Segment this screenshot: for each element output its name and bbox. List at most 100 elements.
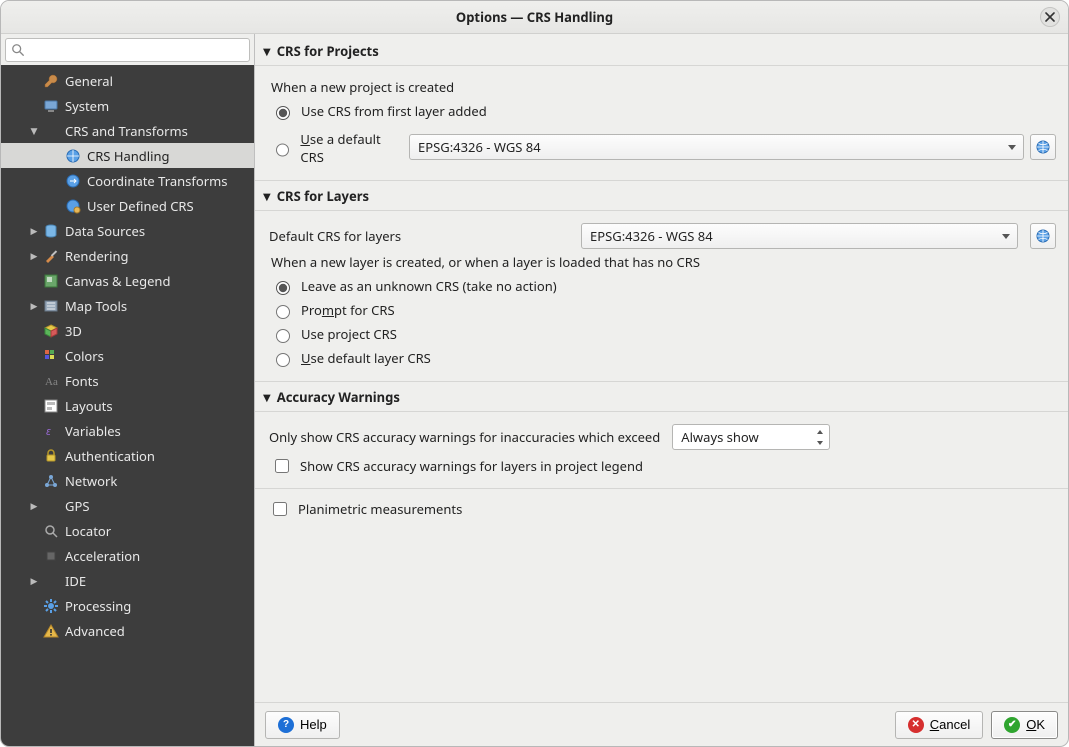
ok-button[interactable]: ✔ OK [991, 711, 1058, 739]
section-body-accuracy: Only show CRS accuracy warnings for inac… [255, 412, 1068, 488]
radio-input[interactable] [276, 353, 290, 367]
sidebar-item-rendering[interactable]: ▶Rendering [1, 243, 254, 268]
combo-value: EPSG:4326 - WGS 84 [418, 138, 541, 156]
fonts-icon: Aa [43, 373, 59, 389]
sidebar-item-processing[interactable]: Processing [1, 593, 254, 618]
radio-leave-unknown[interactable]: Leave as an unknown CRS (take no action) [271, 277, 1056, 295]
close-icon [1045, 12, 1055, 22]
spin-down-button[interactable] [813, 438, 827, 447]
lock-icon [43, 448, 59, 464]
radio-use-default-layer-crs[interactable]: Use default layer CRS [271, 349, 1056, 367]
help-button[interactable]: ? Help [265, 711, 340, 739]
button-label: Help [300, 717, 327, 732]
search-input[interactable] [5, 38, 250, 62]
cube3d-icon [43, 323, 59, 339]
sidebar-item-map-tools[interactable]: ▶Map Tools [1, 293, 254, 318]
sidebar-item-canvas-legend[interactable]: Canvas & Legend [1, 268, 254, 293]
accel-icon [43, 548, 59, 564]
radio-use-first-layer[interactable]: Use CRS from first layer added [271, 102, 1056, 120]
sidebar-item-layouts[interactable]: Layouts [1, 393, 254, 418]
sidebar-item-locator[interactable]: Locator [1, 518, 254, 543]
sidebar-item-advanced[interactable]: Advanced [1, 618, 254, 643]
checkbox-input[interactable] [273, 502, 287, 516]
radio-use-default-crs[interactable]: Use a default CRS [271, 130, 403, 166]
datasource-icon [43, 223, 59, 239]
canvas-icon [43, 273, 59, 289]
spin-value: Always show [681, 428, 759, 446]
sidebar-item-coordinate-transforms[interactable]: Coordinate Transforms [1, 168, 254, 193]
button-label: Cancel [930, 717, 970, 732]
blank-icon [43, 573, 59, 589]
radio-label: Use CRS from first layer added [301, 102, 487, 120]
sidebar-item-acceleration[interactable]: Acceleration [1, 543, 254, 568]
sidebar-item-network[interactable]: Network [1, 468, 254, 493]
sidebar-item-crs-handling[interactable]: CRS Handling [1, 143, 254, 168]
sidebar-item-fonts[interactable]: AaFonts [1, 368, 254, 393]
sidebar-item-variables[interactable]: εVariables [1, 418, 254, 443]
accuracy-threshold-spinbox[interactable]: Always show [672, 424, 830, 450]
sidebar-item-general[interactable]: General [1, 68, 254, 93]
check-planimetric[interactable]: Planimetric measurements [255, 488, 1068, 529]
sidebar-item-3d[interactable]: 3D [1, 318, 254, 343]
radio-input[interactable] [276, 329, 290, 343]
check-show-legend-warnings[interactable]: Show CRS accuracy warnings for layers in… [271, 456, 1056, 476]
sidebar-item-label: User Defined CRS [87, 197, 194, 215]
radio-input[interactable] [276, 305, 290, 319]
globe-icon [1035, 139, 1051, 155]
help-icon: ? [278, 717, 294, 733]
layouts-icon [43, 398, 59, 414]
sidebar-item-system[interactable]: System [1, 93, 254, 118]
default-crs-label: Default CRS for layers [269, 227, 569, 245]
radio-label: Use a default CRS [300, 130, 403, 166]
sidebar-item-label: General [65, 72, 113, 90]
sidebar-item-label: 3D [65, 322, 82, 340]
colors-icon [43, 348, 59, 364]
check-label: Planimetric measurements [298, 500, 462, 518]
button-label: OK [1026, 717, 1045, 732]
category-tree[interactable]: General System ▼CRS and Transforms CRS Hand… [1, 65, 254, 746]
radio-input[interactable] [276, 143, 289, 157]
crs-icon [43, 123, 59, 139]
dialog-footer: ? Help ✕ Cancel ✔ OK [255, 702, 1068, 746]
section-head-layers[interactable]: ▼ CRS for Layers [255, 180, 1068, 211]
sidebar-item-data-sources[interactable]: ▶Data Sources [1, 218, 254, 243]
wrench-icon [43, 73, 59, 89]
content-area: ▼ CRS for Projects When a new project is… [255, 34, 1068, 746]
radio-input[interactable] [276, 106, 290, 120]
layer-crs-combo[interactable]: EPSG:4326 - WGS 84 [581, 223, 1018, 249]
radio-label: Leave as an unknown CRS (take no action) [301, 277, 557, 295]
sidebar-item-gps[interactable]: ▶GPS [1, 493, 254, 518]
warning-icon [43, 623, 59, 639]
sidebar-item-colors[interactable]: Colors [1, 343, 254, 368]
sidebar-item-label: Rendering [65, 247, 129, 265]
brush-icon [43, 248, 59, 264]
sidebar-item-authentication[interactable]: Authentication [1, 443, 254, 468]
collapse-icon: ▼ [263, 44, 271, 58]
sidebar: General System ▼CRS and Transforms CRS Hand… [1, 34, 255, 746]
section-body-layers: Default CRS for layers EPSG:4326 - WGS 8… [255, 211, 1068, 381]
radio-prompt[interactable]: Prompt for CRS [271, 301, 1056, 319]
network-icon [43, 473, 59, 489]
radio-use-project-crs[interactable]: Use project CRS [271, 325, 1056, 343]
sidebar-item-user-defined-crs[interactable]: User Defined CRS [1, 193, 254, 218]
select-crs-button[interactable] [1030, 134, 1056, 160]
checkbox-input[interactable] [275, 459, 289, 473]
expand-icon: ▶ [27, 224, 41, 237]
section-head-accuracy[interactable]: ▼ Accuracy Warnings [255, 381, 1068, 412]
sidebar-item-label: Acceleration [65, 547, 140, 565]
sidebar-item-label: CRS Handling [87, 147, 170, 165]
cancel-button[interactable]: ✕ Cancel [895, 711, 983, 739]
sidebar-item-crs-and-transforms[interactable]: ▼CRS and Transforms [1, 118, 254, 143]
sidebar-item-label: System [65, 97, 109, 115]
spin-up-button[interactable] [813, 427, 827, 436]
combo-value: EPSG:4326 - WGS 84 [590, 227, 713, 245]
close-button[interactable] [1040, 7, 1060, 27]
sidebar-item-label: Processing [65, 597, 131, 615]
project-crs-combo[interactable]: EPSG:4326 - WGS 84 [409, 134, 1024, 160]
sidebar-item-ide[interactable]: ▶IDE [1, 568, 254, 593]
section-head-projects[interactable]: ▼ CRS for Projects [255, 34, 1068, 66]
sidebar-item-label: GPS [65, 497, 89, 515]
svg-text:ε: ε [46, 424, 51, 439]
radio-input[interactable] [276, 281, 290, 295]
select-crs-button[interactable] [1030, 223, 1056, 249]
